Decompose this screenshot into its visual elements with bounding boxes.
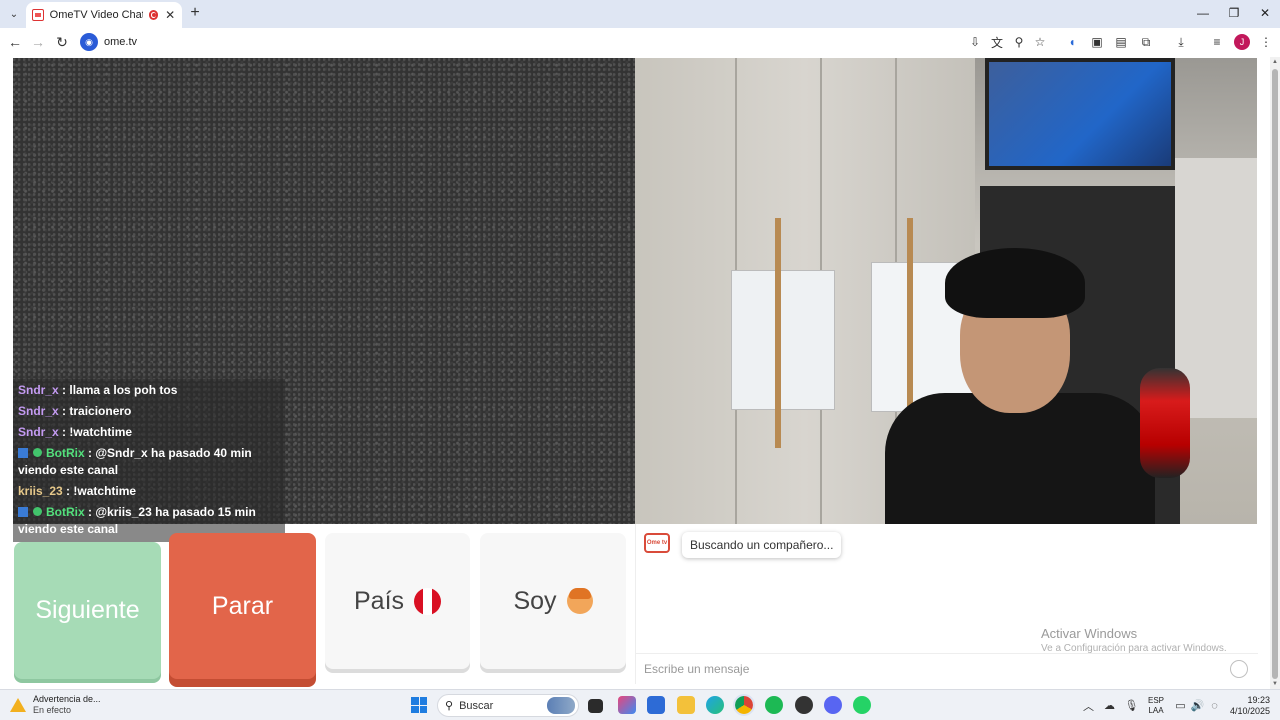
install-app-icon[interactable]: ⇩ bbox=[967, 34, 983, 50]
whatsapp-app-icon[interactable] bbox=[853, 696, 871, 714]
store-app-icon[interactable] bbox=[647, 696, 665, 714]
verified-check-icon bbox=[33, 507, 42, 516]
page-scrollbar[interactable]: ▲ ▼ bbox=[1270, 57, 1280, 689]
search-highlight-icon bbox=[547, 697, 575, 714]
verified-check-icon bbox=[33, 448, 42, 457]
bookmark-star-icon[interactable]: ☆ bbox=[1032, 34, 1048, 50]
gender-label: Soy bbox=[513, 586, 557, 615]
status-message: Buscando un compañero... bbox=[682, 532, 842, 558]
restore-icon[interactable]: ❐ bbox=[1223, 4, 1245, 22]
next-button[interactable]: Siguiente bbox=[14, 542, 161, 679]
url-text: ome.tv bbox=[104, 36, 138, 48]
cloud-sync-icon[interactable]: ☁ bbox=[1103, 699, 1116, 712]
warning-icon bbox=[10, 698, 26, 712]
weather-warning-widget[interactable]: Advertencia de... En efecto bbox=[10, 694, 101, 716]
copilot-app-icon[interactable] bbox=[618, 696, 636, 714]
browser-toolbar: ← → ↻ ◉ ome.tv ⇩ 文 ⚲ ☆ ◖ ▣ ▤ ⧉ ⤓ ≡ J ⋮ bbox=[0, 28, 1280, 57]
language-indicator[interactable]: ESP LAA bbox=[1146, 696, 1166, 716]
translate-icon[interactable]: 文 bbox=[989, 34, 1005, 50]
browser-tab[interactable]: OmeTV Video Chat — Ome ✕ bbox=[26, 2, 182, 28]
activate-windows-watermark: Activar Windows Ve a Configuración para … bbox=[1041, 626, 1227, 654]
tab-title: OmeTV Video Chat — Ome bbox=[49, 9, 143, 21]
system-clock[interactable]: 19:23 4/10/2025 bbox=[1222, 695, 1270, 717]
new-tab-button[interactable]: + bbox=[188, 5, 202, 21]
emoji-icon[interactable] bbox=[1230, 660, 1248, 678]
zoom-icon[interactable]: ⚲ bbox=[1011, 34, 1027, 50]
close-window-icon[interactable]: ✕ bbox=[1254, 4, 1276, 22]
tab-search-icon[interactable]: ⌄ bbox=[4, 4, 24, 24]
address-bar[interactable]: ◉ ome.tv bbox=[80, 31, 960, 53]
taskbar-search[interactable]: ⚲ Buscar bbox=[437, 694, 579, 717]
extension-screenshot-icon[interactable]: ▣ bbox=[1089, 34, 1105, 50]
browser-tab-bar: ⌄ OmeTV Video Chat — Ome ✕ + — ❐ ✕ bbox=[0, 0, 1280, 28]
bot-icon bbox=[18, 448, 28, 458]
text-chat-panel: Ome tv Buscando un compañero... bbox=[635, 524, 1258, 684]
start-windows-icon[interactable] bbox=[411, 697, 427, 713]
recording-icon bbox=[148, 10, 159, 20]
microphone bbox=[1140, 368, 1190, 478]
reload-icon[interactable]: ↻ bbox=[53, 33, 71, 51]
terminal-app-icon[interactable] bbox=[588, 699, 603, 713]
extension-list-icon[interactable]: ▤ bbox=[1113, 34, 1129, 50]
message-composer bbox=[636, 653, 1258, 684]
chat-message: BotRix : @Sndr_x ha pasado 40 min viendo… bbox=[18, 446, 252, 477]
scroll-down-icon[interactable]: ▼ bbox=[1271, 681, 1279, 687]
forward-icon[interactable]: → bbox=[29, 33, 47, 51]
menu-kebab-icon[interactable]: ⋮ bbox=[1258, 34, 1274, 50]
chat-message: Sndr_x : llama a los poh tos bbox=[18, 383, 178, 397]
close-tab-icon[interactable]: ✕ bbox=[164, 8, 176, 22]
ometv-favicon-icon bbox=[32, 9, 44, 21]
obs-app-icon[interactable] bbox=[795, 696, 813, 714]
gender-button[interactable]: Soy bbox=[480, 533, 626, 669]
profile-avatar[interactable]: J bbox=[1234, 34, 1250, 50]
search-icon: ⚲ bbox=[445, 700, 454, 712]
volume-icon[interactable]: 🔊 bbox=[1191, 699, 1205, 712]
self-camera-video bbox=[635, 58, 1257, 524]
network-icon[interactable]: ◌ bbox=[1208, 699, 1221, 712]
ometv-page: Sndr_x : llama a los poh tos Sndr_x : tr… bbox=[0, 57, 1270, 689]
streamer bbox=[865, 243, 1165, 524]
spotify-app-icon[interactable] bbox=[765, 696, 783, 714]
microphone-icon[interactable]: 🎙 bbox=[1125, 699, 1139, 712]
tv-screen bbox=[985, 58, 1175, 170]
media-control-icon[interactable]: ≡ bbox=[1209, 34, 1225, 50]
file-explorer-icon[interactable] bbox=[677, 696, 695, 714]
chat-message: kriis_23 : !watchtime bbox=[18, 484, 137, 498]
extension-audio-icon[interactable]: ◖ bbox=[1064, 34, 1080, 50]
display-icon[interactable]: ▭ bbox=[1174, 699, 1187, 712]
discord-app-icon[interactable] bbox=[824, 696, 842, 714]
chat-message: Sndr_x : !watchtime bbox=[18, 425, 133, 439]
scroll-thumb[interactable] bbox=[1272, 69, 1278, 679]
partner-video: Sndr_x : llama a los poh tos Sndr_x : tr… bbox=[13, 58, 635, 542]
whiteboard-canvas bbox=[731, 270, 835, 410]
back-icon[interactable]: ← bbox=[6, 33, 24, 51]
boy-face-icon bbox=[566, 588, 593, 614]
country-button[interactable]: País bbox=[325, 533, 470, 669]
show-hidden-icons-icon[interactable]: ︿ bbox=[1082, 699, 1095, 713]
scroll-up-icon[interactable]: ▲ bbox=[1271, 59, 1279, 65]
peru-flag-icon bbox=[414, 587, 442, 615]
edge-browser-icon[interactable] bbox=[706, 696, 724, 714]
country-label: País bbox=[353, 586, 405, 615]
extensions-puzzle-icon[interactable]: ⧉ bbox=[1138, 34, 1154, 50]
ometv-logo-icon: Ome tv bbox=[644, 533, 670, 553]
windows-taskbar: Advertencia de... En efecto ⚲ Buscar ︿ ☁… bbox=[0, 689, 1280, 720]
site-info-icon[interactable]: ◉ bbox=[80, 33, 98, 51]
minimize-icon[interactable]: — bbox=[1192, 4, 1214, 22]
stream-chat-overlay: Sndr_x : llama a los poh tos Sndr_x : tr… bbox=[13, 379, 285, 542]
chrome-browser-icon[interactable] bbox=[733, 694, 755, 716]
message-input[interactable] bbox=[644, 659, 1224, 679]
stop-button[interactable]: Parar bbox=[169, 533, 316, 679]
bot-icon bbox=[18, 507, 28, 517]
downloads-icon[interactable]: ⤓ bbox=[1173, 34, 1189, 50]
chat-message: Sndr_x : traicionero bbox=[18, 404, 132, 418]
